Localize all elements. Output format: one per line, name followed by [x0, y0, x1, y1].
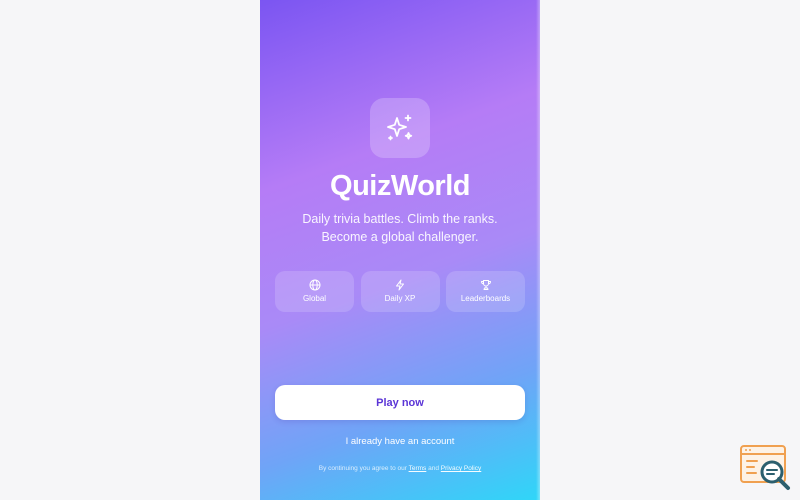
feature-card-leaderboards: Leaderboards [446, 271, 525, 312]
feature-card-global: Global [275, 271, 354, 312]
existing-account-link[interactable]: I already have an account [260, 436, 540, 447]
app-icon [370, 98, 430, 158]
legal-and: and [428, 465, 439, 472]
feature-cards: Global Daily XP Leaderboards [275, 271, 525, 312]
terms-link[interactable]: Terms [409, 465, 427, 472]
feature-label: Global [302, 294, 327, 303]
watermark-logo-icon [740, 445, 790, 490]
feature-card-daily-xp: Daily XP [360, 271, 440, 312]
feature-label: Leaderboards [460, 294, 511, 303]
play-now-button[interactable]: Play now [275, 385, 525, 420]
legal-prefix: By continuing you agree to our [318, 465, 407, 472]
globe-icon [309, 279, 320, 291]
legal-notice: By continuing you agree to our Terms and… [260, 465, 540, 472]
tagline-line-2: Become a global challenger. [321, 230, 479, 244]
privacy-policy-link[interactable]: Privacy Policy [441, 465, 481, 472]
trophy-icon [480, 280, 491, 290]
tagline: Daily trivia battles. Climb the ranks. B… [280, 210, 520, 246]
lightning-icon [396, 279, 404, 291]
phone-screen: QuizWorld Daily trivia battles. Climb th… [260, 0, 540, 500]
app-title: QuizWorld [330, 170, 470, 202]
feature-label: Daily XP [384, 294, 416, 303]
tagline-line-1: Daily trivia battles. Climb the ranks. [302, 212, 498, 226]
sparkles-icon [387, 114, 413, 141]
stage: QuizWorld Daily trivia battles. Climb th… [0, 0, 800, 500]
